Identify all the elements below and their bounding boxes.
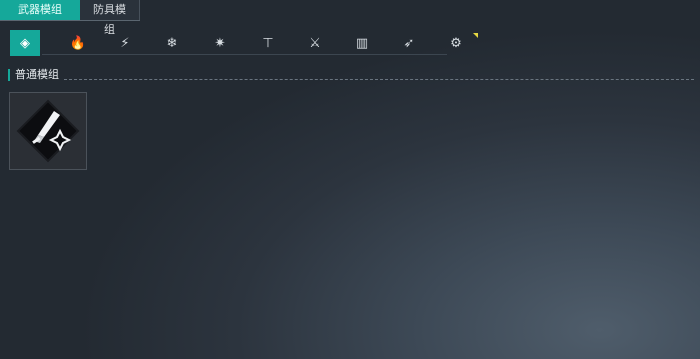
lightning-icon[interactable]: ⚡ — [112, 30, 138, 56]
burst-icon[interactable]: ✷ — [207, 30, 233, 56]
gear-blade-icon[interactable]: ⚙ — [443, 30, 469, 56]
ammo-icon[interactable]: ▥ — [349, 30, 375, 56]
anvil-icon[interactable]: ⊤ — [255, 30, 281, 56]
diamond-icon[interactable]: ◈ — [10, 30, 40, 56]
module-card[interactable] — [9, 92, 87, 170]
section-title: 普通模组 — [8, 69, 59, 81]
snowflake-icon[interactable]: ❄ — [159, 30, 185, 56]
tab-divider — [0, 20, 140, 21]
new-indicator — [473, 33, 478, 38]
filter-bar: ◈ 🔥 ⚡ ❄ ✷ ⊤ ⚔ ▥ ➶ ⚙ — [10, 30, 480, 56]
section-divider — [64, 79, 694, 80]
tab-weapon-mods[interactable]: 武器模组 — [0, 0, 80, 20]
knife-shuriken-icon — [16, 99, 80, 163]
fire-icon[interactable]: 🔥 — [65, 30, 91, 56]
crossed-swords-icon[interactable]: ⚔ — [302, 30, 328, 56]
crosshair-arrow-icon[interactable]: ➶ — [396, 30, 422, 56]
tab-armor-mods[interactable]: 防具模组 — [80, 0, 140, 36]
module-tabs: 武器模组 防具模组 — [0, 0, 140, 36]
filter-divider — [42, 54, 447, 55]
